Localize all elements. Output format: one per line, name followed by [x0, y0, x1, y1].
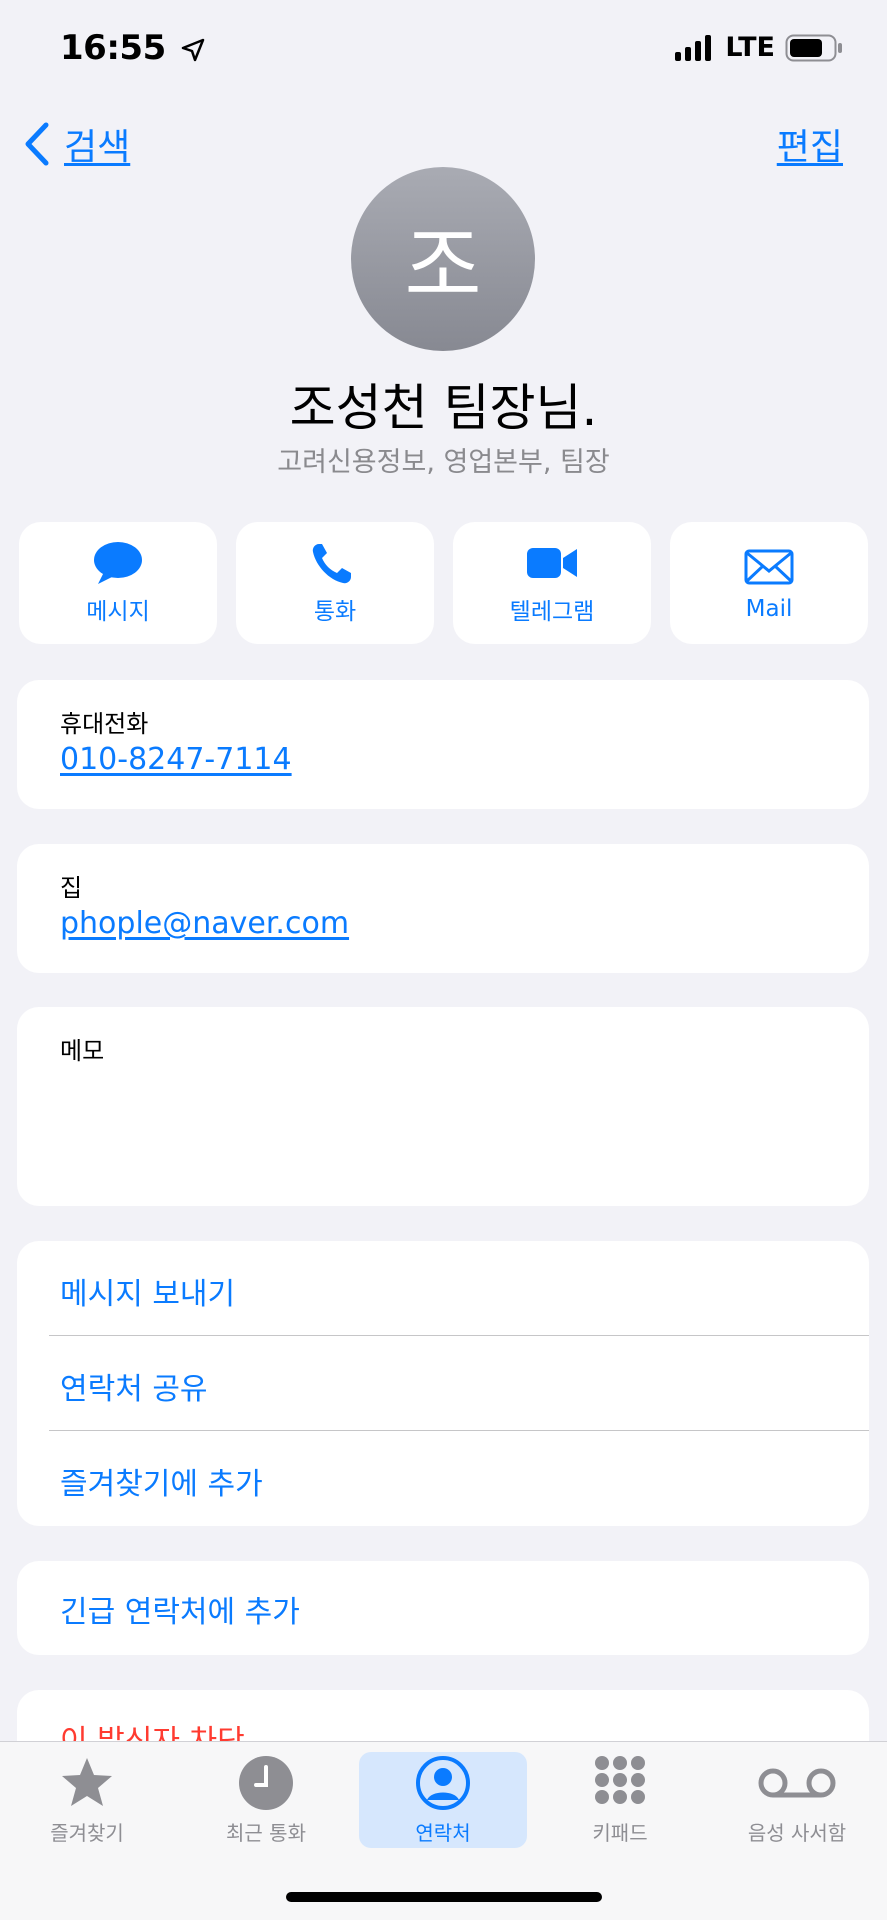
tab-recents-label: 최근 통화 — [226, 1820, 306, 1845]
call-action-label: 통화 — [313, 599, 357, 625]
phone-number-link[interactable]: 010-8247-7114 — [60, 742, 292, 777]
emergency-card: 긴급 연락처에 추가 — [17, 1561, 869, 1655]
email-label: 집 — [60, 874, 83, 902]
home-indicator — [286, 1892, 602, 1902]
options-card: 메시지 보내기 연락처 공유 즐겨찾기에 추가 — [17, 1241, 869, 1526]
contact-name: 조성천 팀장님. — [289, 379, 598, 437]
email-card: 집 phople@naver.com — [17, 844, 869, 973]
tab-recents[interactable]: 최근 통화 — [182, 1752, 350, 1848]
person-circle-icon — [416, 1755, 470, 1810]
back-label: 검색 — [64, 127, 131, 168]
notes-label: 메모 — [60, 1037, 105, 1065]
message-action-label: 메시지 — [86, 599, 150, 625]
telegram-action-label: 텔레그램 — [509, 599, 595, 625]
envelope-icon — [744, 549, 794, 585]
share-contact-button[interactable]: 연락처 공유 — [60, 1364, 208, 1408]
contact-subtitle: 고려신용정보, 영업본부, 팀장 — [277, 447, 610, 478]
tab-contacts[interactable]: 연락처 — [359, 1752, 527, 1848]
add-emergency-contact-button[interactable]: 긴급 연락처에 추가 — [60, 1587, 300, 1631]
phone-icon — [312, 544, 351, 584]
tab-voicemail-label: 음성 사서함 — [747, 1820, 847, 1845]
message-bubble-icon — [94, 542, 142, 584]
battery-icon — [785, 34, 842, 61]
mail-action-button[interactable]: Mail — [670, 522, 868, 644]
status-indicators: LTE — [675, 32, 843, 63]
send-message-button[interactable]: 메시지 보내기 — [60, 1269, 235, 1313]
tab-contacts-label: 연락처 — [415, 1820, 471, 1845]
mail-action-label: Mail — [745, 596, 793, 622]
email-link[interactable]: phople@naver.com — [60, 906, 349, 941]
call-action-button[interactable]: 통화 — [236, 522, 434, 644]
tab-favorites[interactable]: 즐겨찾기 — [3, 1752, 171, 1848]
phone-card: 휴대전화 010-8247-7114 — [17, 680, 869, 809]
add-to-favorites-button[interactable]: 즐겨찾기에 추가 — [60, 1459, 263, 1503]
voicemail-icon — [758, 1768, 836, 1797]
divider — [49, 1430, 869, 1431]
video-camera-icon — [527, 548, 577, 578]
back-button[interactable]: 검색 — [24, 118, 130, 170]
tab-keypad[interactable]: 키패드 — [536, 1752, 704, 1848]
keypad-icon — [595, 1755, 645, 1804]
message-action-button[interactable]: 메시지 — [19, 522, 217, 644]
location-arrow-icon — [181, 38, 205, 61]
network-type: LTE — [725, 32, 775, 63]
tab-keypad-label: 키패드 — [592, 1820, 648, 1845]
tab-voicemail[interactable]: 음성 사서함 — [713, 1752, 881, 1848]
divider — [49, 1335, 869, 1336]
notes-card[interactable]: 메모 — [17, 1007, 869, 1206]
avatar-initial: 조 — [404, 216, 482, 315]
tab-favorites-label: 즐겨찾기 — [50, 1820, 124, 1845]
clock-icon — [239, 1755, 293, 1810]
status-time: 16:55 — [60, 28, 205, 68]
avatar: 조 — [351, 167, 535, 351]
signal-icon — [675, 34, 712, 61]
star-icon — [62, 1757, 112, 1806]
chevron-left-icon — [25, 122, 49, 166]
edit-button[interactable]: 편집 — [777, 118, 843, 170]
telegram-action-button[interactable]: 텔레그램 — [453, 522, 651, 644]
phone-label: 휴대전화 — [60, 710, 149, 738]
